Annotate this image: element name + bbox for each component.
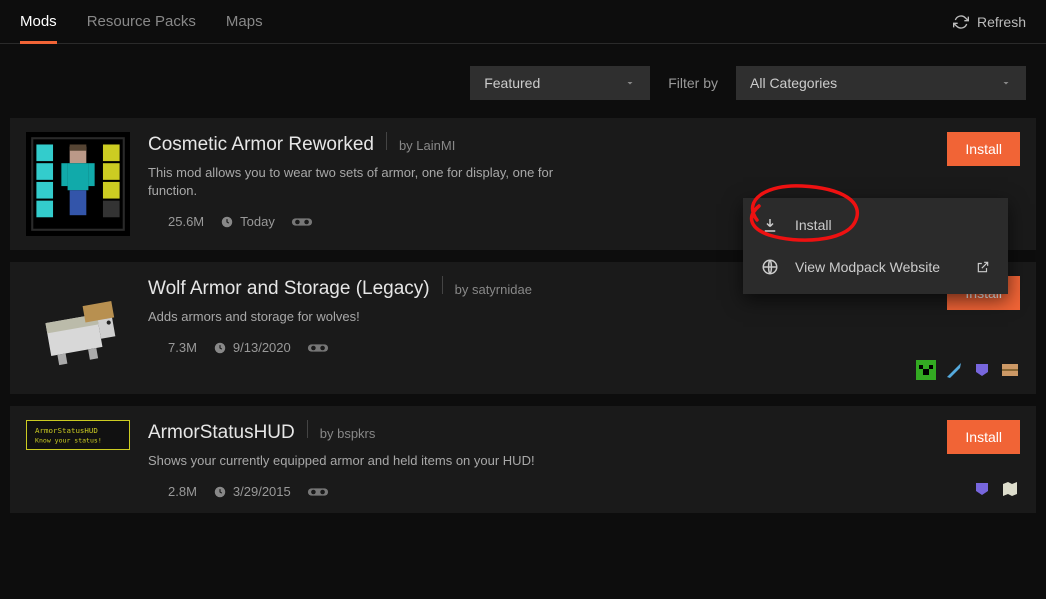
vr-indicator — [307, 485, 329, 499]
install-button[interactable]: Install — [947, 132, 1020, 166]
mod-thumbnail[interactable]: ArmorStatusHUDKnow your status! — [26, 420, 130, 450]
content-tabs: Mods Resource Packs Maps Refresh — [0, 0, 1046, 44]
tag-armor-icon[interactable] — [972, 479, 992, 499]
updated: 9/13/2020 — [213, 340, 291, 355]
ctx-view-website-label: View Modpack Website — [795, 259, 940, 275]
install-label: Install — [965, 141, 1002, 157]
clock-icon — [213, 341, 227, 355]
ctx-install[interactable]: Install — [743, 204, 1008, 246]
mod-author: by LainMI — [399, 138, 455, 153]
downloads: 25.6M — [148, 214, 204, 229]
filter-row: Featured Filter by All Categories — [0, 44, 1046, 118]
download-icon — [148, 341, 162, 355]
mod-description: Adds armors and storage for wolves! — [148, 308, 558, 326]
tab-mods[interactable]: Mods — [20, 0, 57, 44]
mod-meta: 7.3M 9/13/2020 — [148, 340, 898, 355]
mod-thumbnail[interactable] — [26, 132, 130, 236]
downloads-count: 2.8M — [168, 484, 197, 499]
mod-title[interactable]: Wolf Armor and Storage (Legacy) — [148, 278, 430, 300]
divider — [307, 420, 308, 438]
refresh-icon — [953, 14, 969, 30]
context-menu: Install View Modpack Website — [743, 198, 1008, 294]
refresh-button[interactable]: Refresh — [953, 14, 1026, 30]
install-label: Install — [965, 429, 1002, 445]
downloads: 7.3M — [148, 340, 197, 355]
downloads-count: 7.3M — [168, 340, 197, 355]
download-icon — [148, 215, 162, 229]
updated-date: 9/13/2020 — [233, 340, 291, 355]
svg-text:Know your status!: Know your status! — [35, 436, 102, 444]
mod-meta: 2.8M 3/29/2015 — [148, 484, 929, 499]
tab-label: Resource Packs — [87, 13, 196, 30]
mod-title[interactable]: Cosmetic Armor Reworked — [148, 134, 374, 156]
mod-actions: Install — [947, 420, 1020, 499]
updated-date: Today — [240, 214, 275, 229]
vr-indicator — [307, 341, 329, 355]
download-icon — [148, 485, 162, 499]
tab-resource-packs[interactable]: Resource Packs — [87, 0, 196, 44]
chevron-down-icon — [1000, 77, 1012, 89]
tag-storage-icon[interactable] — [1000, 360, 1020, 380]
goggles-icon — [291, 215, 313, 229]
filter-by-label: Filter by — [668, 75, 718, 91]
tag-armor-icon[interactable] — [972, 360, 992, 380]
goggles-icon — [307, 485, 329, 499]
tab-maps[interactable]: Maps — [226, 0, 263, 44]
category-selected: All Categories — [750, 75, 837, 91]
mod-info: ArmorStatusHUD by bspkrs Shows your curr… — [148, 420, 929, 499]
chevron-down-icon — [624, 77, 636, 89]
mod-title[interactable]: ArmorStatusHUD — [148, 422, 295, 444]
tab-label: Maps — [226, 13, 263, 30]
category-select[interactable]: All Categories — [736, 66, 1026, 100]
clock-icon — [220, 215, 234, 229]
tag-map-icon[interactable] — [1000, 479, 1020, 499]
mod-thumbnail[interactable] — [26, 276, 130, 380]
sort-selected: Featured — [484, 75, 540, 91]
divider — [442, 276, 443, 294]
sort-select[interactable]: Featured — [470, 66, 650, 100]
updated-date: 3/29/2015 — [233, 484, 291, 499]
divider — [386, 132, 387, 150]
vr-indicator — [291, 215, 313, 229]
svg-text:ArmorStatusHUD: ArmorStatusHUD — [35, 426, 98, 435]
mod-tags — [916, 360, 1020, 380]
refresh-label: Refresh — [977, 14, 1026, 30]
goggles-icon — [307, 341, 329, 355]
tag-mob-icon[interactable] — [916, 360, 936, 380]
mod-author: by bspkrs — [320, 426, 376, 441]
ctx-install-label: Install — [795, 217, 832, 233]
mod-author: by satyrnidae — [455, 282, 532, 297]
downloads-count: 25.6M — [168, 214, 204, 229]
tab-label: Mods — [20, 13, 57, 30]
tag-weapon-icon[interactable] — [944, 360, 964, 380]
clock-icon — [213, 485, 227, 499]
updated: 3/29/2015 — [213, 484, 291, 499]
install-button[interactable]: Install — [947, 420, 1020, 454]
updated: Today — [220, 214, 275, 229]
ctx-view-website[interactable]: View Modpack Website — [743, 246, 1008, 288]
mod-description: This mod allows you to wear two sets of … — [148, 164, 558, 200]
globe-icon — [761, 258, 779, 276]
mod-tags — [972, 479, 1020, 499]
mod-card: ArmorStatusHUDKnow your status! ArmorSta… — [10, 406, 1036, 513]
download-icon — [761, 216, 779, 234]
external-link-icon — [976, 260, 990, 274]
mod-description: Shows your currently equipped armor and … — [148, 452, 558, 470]
downloads: 2.8M — [148, 484, 197, 499]
